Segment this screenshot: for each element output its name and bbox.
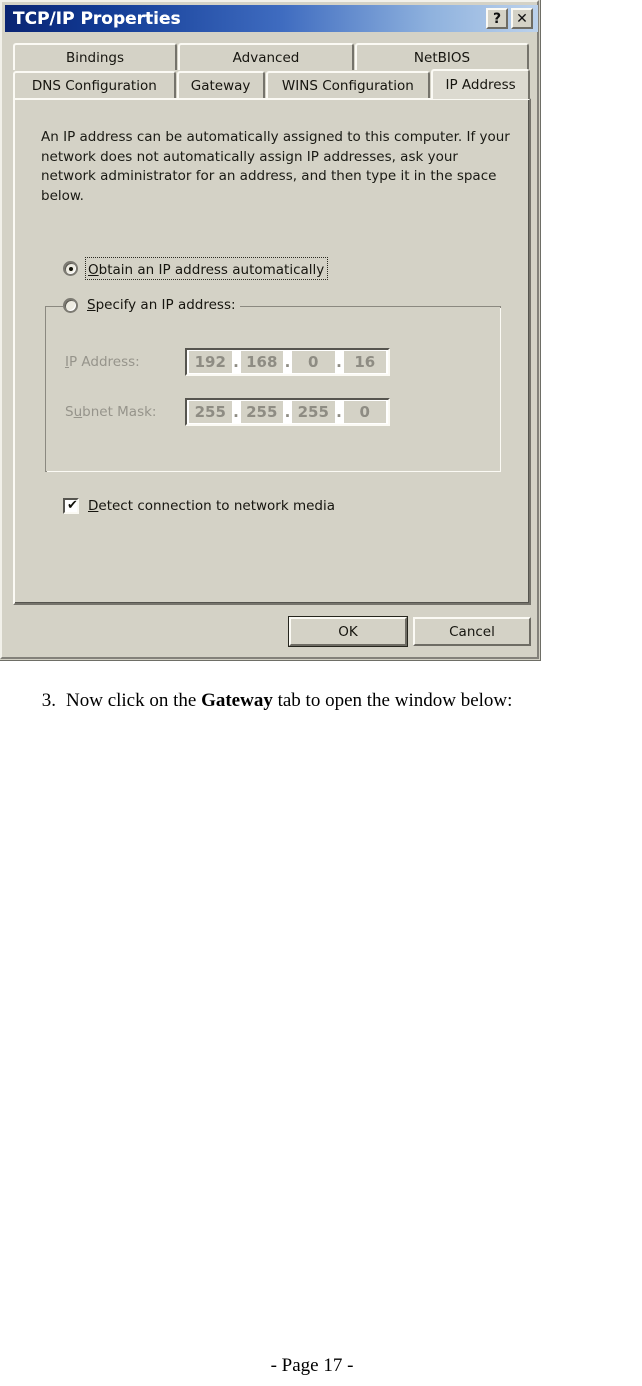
tab-advanced[interactable]: Advanced (178, 43, 354, 70)
mask-separator-1: . (232, 401, 240, 423)
page-footer: - Page 17 - (270, 1355, 354, 1376)
label-rest: pecify an IP address: (95, 297, 236, 313)
tab-row-bottom: DNS Configuration Gateway WINS Configura… (13, 69, 531, 99)
subnet-mask-label: Subnet Mask: (65, 404, 185, 420)
specify-ip-groupbox (45, 306, 501, 472)
ip-address-input[interactable]: 192 . 168 . 0 . 16 (185, 348, 390, 376)
mask-octet-2[interactable]: 255 (240, 401, 283, 423)
label-rest: btain an IP address automatically (98, 262, 325, 278)
instruction-step: 3. Now click on the Gateway tab to open … (0, 690, 642, 712)
radio-specify-label: Specify an IP address: (87, 297, 236, 313)
window-title: TCP/IP Properties (13, 8, 181, 29)
description-text: An IP address can be automatically assig… (41, 129, 510, 204)
ip-separator-1: . (232, 351, 240, 373)
title-bar-buttons: ? ✕ (486, 8, 533, 29)
label-rest: bnet Mask: (82, 404, 157, 420)
tab-ip-address[interactable]: IP Address (431, 69, 530, 99)
tcpip-properties-screenshot: TCP/IP Properties ? ✕ Bindings Advanced … (0, 0, 541, 661)
detect-connection-checkbox[interactable]: ✔ (63, 498, 79, 514)
detect-connection-label: Detect connection to network media (88, 498, 335, 514)
ip-octet-3[interactable]: 0 (292, 351, 335, 373)
step-text-after: tab to open the window below: (272, 690, 513, 711)
ip-separator-3: . (335, 351, 343, 373)
mask-separator-3: . (335, 401, 343, 423)
tab-bindings[interactable]: Bindings (13, 43, 177, 70)
tab-strip: Bindings Advanced NetBIOS DNS Configurat… (13, 43, 531, 103)
checkmark-icon: ✔ (67, 498, 78, 513)
ip-separator-2: . (284, 351, 291, 373)
tab-content-panel: An IP address can be automatically assig… (13, 98, 531, 605)
mask-octet-4[interactable]: 0 (343, 401, 386, 423)
tab-dns-configuration[interactable]: DNS Configuration (13, 71, 176, 98)
ip-octet-4[interactable]: 16 (343, 351, 386, 373)
ip-octet-2[interactable]: 168 (240, 351, 283, 373)
radio-specify-indicator[interactable] (63, 297, 78, 313)
label-rest: etect connection to network media (98, 498, 335, 514)
ip-octet-1[interactable]: 192 (189, 351, 232, 373)
subnet-mask-input[interactable]: 255 . 255 . 255 . 0 (185, 398, 390, 426)
step-text-before: Now click on the (66, 690, 202, 711)
label-rest: P Address: (68, 354, 140, 370)
radio-obtain-focus-rect: Obtain an IP address automatically (85, 257, 329, 280)
detect-connection-checkbox-row[interactable]: ✔ Detect connection to network media (63, 498, 335, 514)
accel-char: u (73, 404, 83, 420)
tab-netbios[interactable]: NetBIOS (355, 43, 529, 70)
close-button[interactable]: ✕ (511, 8, 533, 29)
label-pre: S (65, 404, 74, 420)
ip-address-field-row: IP Address: 192 . 168 . 0 . 16 (65, 348, 390, 376)
cancel-button[interactable]: Cancel (413, 617, 531, 646)
radio-dot-icon (68, 266, 73, 271)
radio-specify-ip-address[interactable]: Specify an IP address: (63, 297, 240, 313)
mask-octet-1[interactable]: 255 (189, 401, 232, 423)
step-number: 3. (41, 690, 56, 711)
dialog-button-bar: OK Cancel (2, 614, 541, 654)
accel-char: O (88, 262, 99, 278)
ip-address-label: IP Address: (65, 354, 185, 370)
tab-gateway[interactable]: Gateway (176, 71, 265, 98)
mask-octet-3[interactable]: 255 (292, 401, 335, 423)
tab-row-top: Bindings Advanced NetBIOS (13, 43, 531, 71)
title-bar: TCP/IP Properties ? ✕ (5, 5, 538, 32)
step-text: Now click on the Gateway tab to open the… (66, 690, 512, 712)
tab-wins-configuration[interactable]: WINS Configuration (265, 71, 431, 98)
subnet-mask-field-row: Subnet Mask: 255 . 255 . 255 . 0 (65, 398, 390, 426)
radio-obtain-label: Obtain an IP address automatically (88, 262, 324, 278)
radio-obtain-indicator[interactable] (63, 261, 78, 276)
step-emphasis: Gateway (201, 690, 273, 711)
accel-char: D (88, 498, 99, 514)
ok-button[interactable]: OK (288, 616, 408, 647)
mask-separator-2: . (284, 401, 291, 423)
help-button[interactable]: ? (486, 8, 508, 29)
accel-char: S (87, 297, 96, 313)
radio-obtain-ip-automatically[interactable]: Obtain an IP address automatically (63, 257, 329, 280)
dialog-window: TCP/IP Properties ? ✕ Bindings Advanced … (0, 0, 539, 659)
